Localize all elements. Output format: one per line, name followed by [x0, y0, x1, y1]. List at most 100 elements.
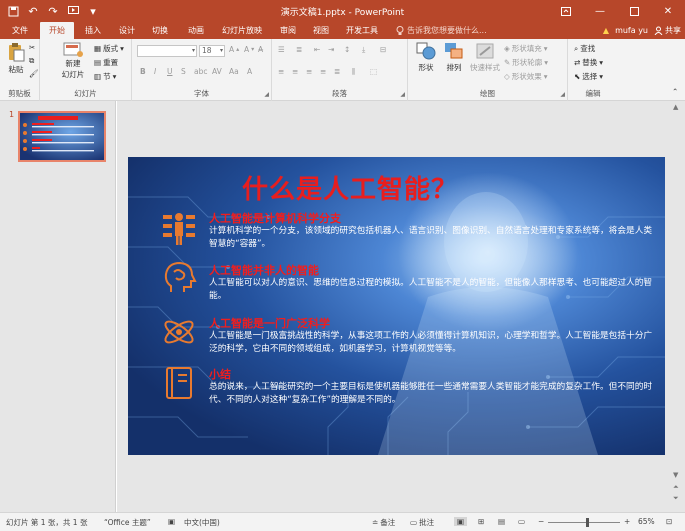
shape-button[interactable]: 形状 [414, 42, 438, 73]
shrink-font-icon[interactable]: A ▾ [244, 45, 254, 54]
slide-canvas[interactable]: 什么是人工智能？ 人工智能是计算机科学分支 计算机科学的一个分支，该领域的研究包… [128, 157, 665, 455]
tab-transitions[interactable]: 切换 [146, 22, 174, 39]
maximize-icon[interactable] [617, 0, 651, 22]
zoom-in-icon[interactable]: + [624, 517, 630, 526]
previous-slide-icon[interactable]: ⏶ [673, 483, 679, 492]
tab-review[interactable]: 审阅 [274, 22, 302, 39]
shape-fill-button[interactable]: ◈ 形状填充 ▾ [504, 43, 548, 54]
tab-insert[interactable]: 插入 [79, 22, 107, 39]
font-size-combo[interactable]: 18 ▾ [199, 45, 225, 57]
section-body[interactable]: 总的说来，人工智能研究的一个主要目标是使机器能够胜任一些通常需要人类智能才能完成… [209, 381, 657, 407]
zoom-out-icon[interactable]: − [538, 517, 544, 526]
vertical-scrollbar[interactable]: ▲ ▼ ⏶ ⏷ [670, 101, 685, 512]
tab-slideshow[interactable]: 幻灯片放映 [218, 22, 266, 39]
language-indicator[interactable]: 中文(中国) [184, 517, 220, 528]
section-heading[interactable]: 人工智能并非人的智能 [209, 262, 319, 278]
scroll-up-icon[interactable]: ▲ [673, 103, 678, 111]
share-button[interactable]: 共享 [654, 25, 681, 36]
comments-button[interactable]: ▭ 批注 [410, 517, 434, 528]
zoom-slider[interactable] [548, 518, 620, 527]
align-right-icon[interactable]: ≡ [306, 67, 312, 76]
bullets-icon[interactable]: ☰ [278, 45, 285, 54]
text-direction-icon[interactable]: ⤓ [362, 45, 365, 55]
shadow-icon[interactable]: S [181, 67, 186, 76]
align-text-icon[interactable]: ⊟ [380, 45, 386, 54]
section-body[interactable]: 计算机科学的一个分支，该领域的研究包括机器人、语言识别、图像识别、自然语言处理和… [209, 225, 657, 251]
section-heading[interactable]: 小结 [209, 366, 231, 382]
numbering-icon[interactable]: ≣ [296, 45, 302, 54]
clear-format-icon[interactable]: A̶ [258, 45, 263, 54]
line-spacing-icon[interactable]: ↕ [344, 45, 350, 54]
minimize-icon[interactable]: — [583, 0, 617, 22]
section-body[interactable]: 人工智能可以对人的意识、思维的信息过程的模拟。人工智能不是人的智能，但能像人那样… [209, 277, 657, 303]
cut-icon[interactable]: ✂ [29, 43, 35, 52]
strikethrough-icon[interactable]: abc [194, 67, 207, 76]
tab-animations[interactable]: 动画 [180, 22, 212, 39]
normal-view-icon[interactable]: ▣ [454, 517, 468, 526]
change-case-icon[interactable]: Aa [229, 67, 239, 76]
decrease-indent-icon[interactable]: ⇤ [314, 45, 320, 54]
select-button[interactable]: ⬉ 选择 ▾ [574, 71, 603, 82]
format-painter-icon[interactable]: 🖌 [29, 69, 39, 78]
smartart-icon[interactable]: ⬚ [370, 67, 377, 76]
fit-to-window-icon[interactable]: ⊡ [666, 517, 672, 526]
layout-button[interactable]: ▦ 版式 ▾ [94, 43, 124, 54]
section-heading[interactable]: 人工智能是一门广泛科学 [209, 315, 330, 331]
shape-effects-button[interactable]: ◇ 形状效果 ▾ [504, 71, 548, 82]
slide-thumbnail[interactable] [18, 111, 106, 162]
next-slide-icon[interactable]: ⏷ [673, 494, 679, 503]
reset-button[interactable]: ▤ 重置 [94, 57, 118, 68]
redo-icon[interactable]: ↷ [44, 3, 62, 19]
slideshow-view-icon[interactable]: ▭ [518, 517, 525, 526]
tab-file[interactable]: 文件 [6, 22, 34, 39]
ribbon-display-options-icon[interactable] [549, 0, 583, 22]
new-slide-button[interactable]: 新建 幻灯片 [58, 42, 88, 79]
section-body[interactable]: 人工智能是一门极富挑战性的科学，从事这项工作的人必须懂得计算机知识，心理学和哲学… [209, 330, 657, 356]
tab-view[interactable]: 视图 [307, 22, 335, 39]
copy-icon[interactable]: ⧉ [29, 56, 34, 66]
align-center-icon[interactable]: ≡ [292, 67, 298, 76]
customize-qat-icon[interactable]: ▾ [84, 3, 102, 19]
dialog-launcher-icon[interactable]: ◢ [264, 91, 269, 98]
dialog-launcher-icon[interactable]: ◢ [400, 91, 405, 98]
shape-outline-button[interactable]: ✎ 形状轮廓 ▾ [504, 57, 548, 68]
tab-design[interactable]: 设计 [113, 22, 141, 39]
spelling-icon[interactable]: ▣ [168, 517, 175, 526]
font-color-icon[interactable]: A [247, 67, 252, 76]
char-spacing-icon[interactable]: AV [212, 67, 222, 76]
paste-button[interactable]: 粘贴 [5, 42, 27, 75]
grow-font-icon[interactable]: A ▴ [229, 45, 239, 54]
tab-home[interactable]: 开始 [40, 22, 74, 39]
user-name[interactable]: mufa yu [615, 26, 648, 35]
slide-sorter-icon[interactable]: ⊞ [478, 517, 484, 526]
distributed-icon[interactable]: ≣ [334, 67, 340, 76]
find-button[interactable]: ⌕ 查找 [574, 43, 595, 54]
scroll-down-icon[interactable]: ▼ [673, 471, 678, 479]
reading-view-icon[interactable]: ▤ [498, 517, 505, 526]
font-name-combo[interactable]: ▾ [137, 45, 197, 57]
slide-title[interactable]: 什么是人工智能？ [242, 169, 458, 206]
start-from-beginning-icon[interactable] [64, 3, 82, 19]
increase-indent-icon[interactable]: ⇥ [328, 45, 334, 54]
dialog-launcher-icon[interactable]: ◢ [560, 91, 565, 98]
columns-icon[interactable]: ⫼ [352, 67, 355, 77]
arrange-button[interactable]: 排列 [442, 42, 466, 73]
italic-icon[interactable]: I [154, 67, 156, 76]
close-icon[interactable]: ✕ [651, 0, 685, 22]
zoom-level[interactable]: 65% [638, 517, 655, 526]
zoom-slider-thumb[interactable] [586, 518, 589, 527]
section-heading[interactable]: 人工智能是计算机科学分支 [209, 210, 341, 226]
quick-styles-button[interactable]: 快速样式 [468, 42, 502, 73]
underline-icon[interactable]: U [167, 67, 173, 76]
tell-me-box[interactable]: 告诉我您想要做什么... [396, 22, 487, 39]
notes-button[interactable]: ≐ 备注 [372, 517, 395, 528]
tab-developer[interactable]: 开发工具 [342, 22, 382, 39]
section-button[interactable]: ▥ 节 ▾ [94, 71, 116, 82]
undo-icon[interactable]: ↶ [24, 3, 42, 19]
save-icon[interactable] [4, 3, 22, 19]
replace-button[interactable]: ⇄ 替换 ▾ [574, 57, 603, 68]
justify-icon[interactable]: ≡ [320, 67, 326, 76]
align-left-icon[interactable]: ≡ [278, 67, 284, 76]
collapse-ribbon-icon[interactable]: ⌃ [672, 87, 678, 96]
bold-icon[interactable]: B [140, 67, 146, 76]
